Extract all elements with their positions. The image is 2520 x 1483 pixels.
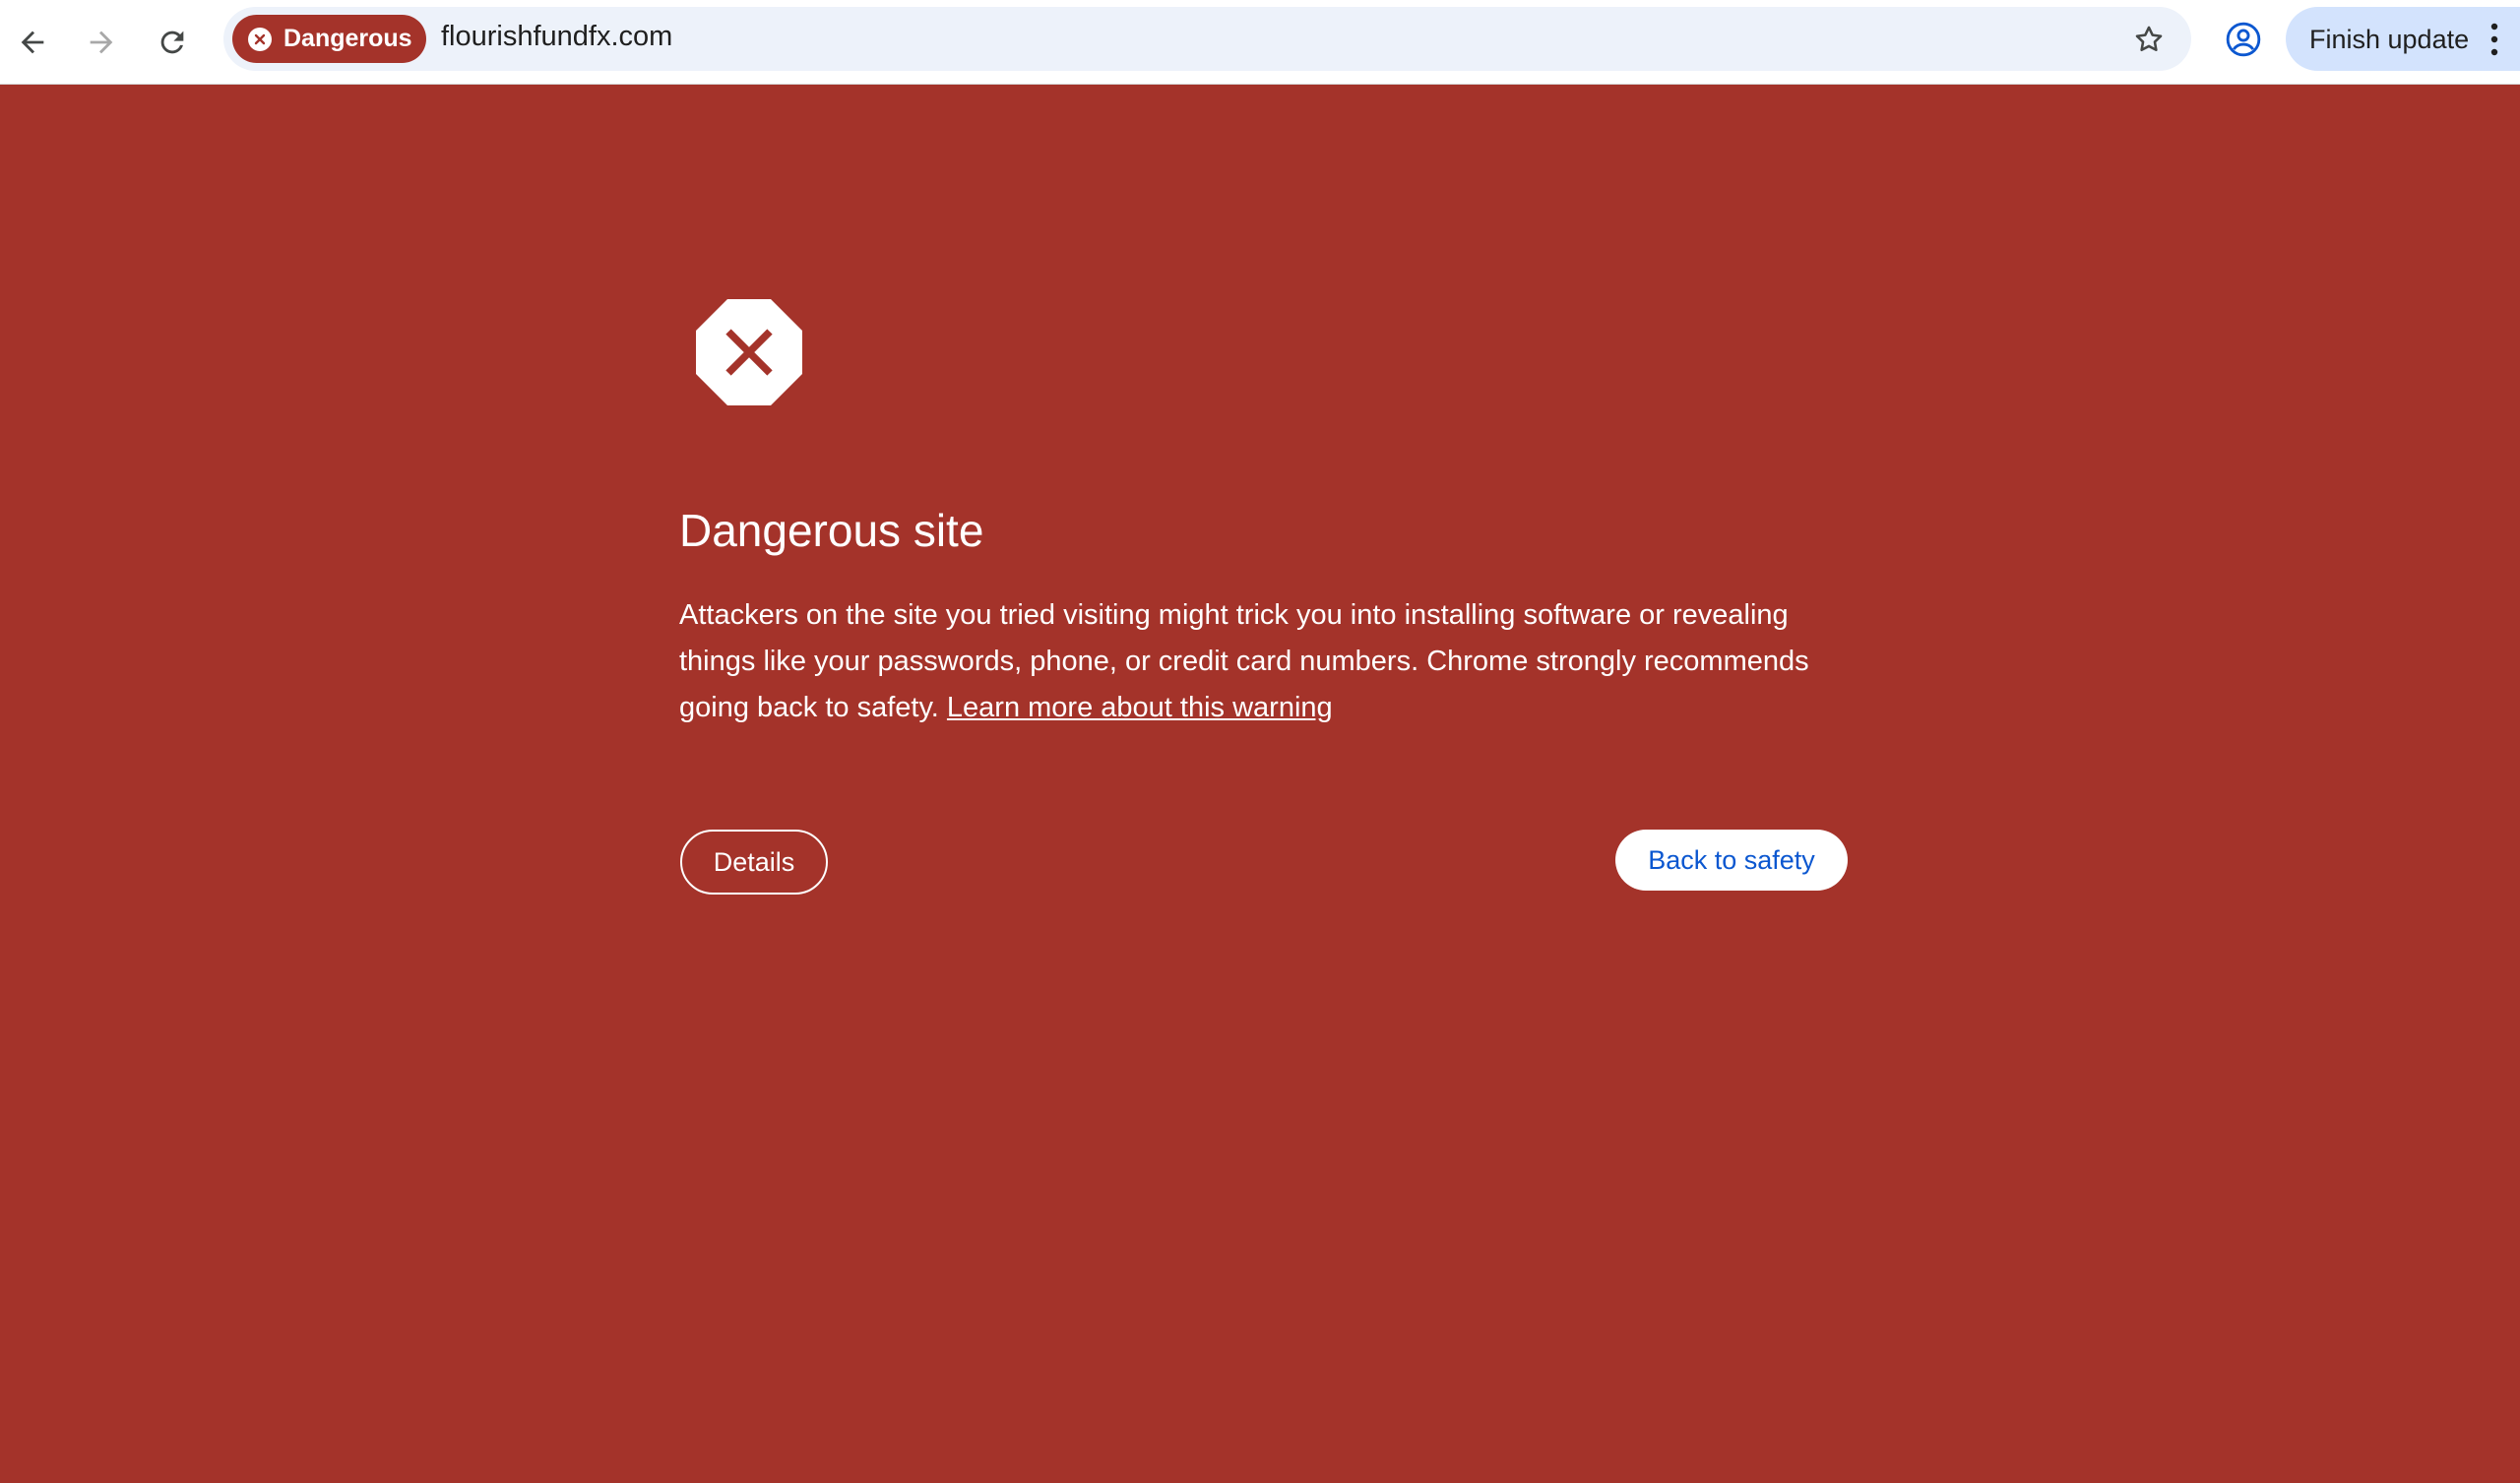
stop-x-icon <box>696 299 802 405</box>
account-circle-icon <box>2226 22 2261 57</box>
finish-update-button[interactable]: Finish update <box>2286 7 2520 71</box>
three-dots-vertical-icon[interactable] <box>2483 21 2506 58</box>
page-title: Dangerous site <box>679 505 984 556</box>
reload-icon <box>160 31 184 54</box>
warning-description: Attackers on the site you tried visiting… <box>679 592 1851 731</box>
finish-update-label: Finish update <box>2309 25 2470 54</box>
reload-button[interactable] <box>144 14 201 71</box>
bookmark-button[interactable] <box>2125 16 2173 63</box>
back-button[interactable] <box>4 14 61 71</box>
address-bar[interactable]: Dangerous flourishfundfx.com <box>223 7 2191 71</box>
back-to-safety-button[interactable]: Back to safety <box>1615 830 1848 891</box>
profile-button[interactable] <box>2218 14 2269 65</box>
error-x-icon <box>248 27 272 51</box>
url-text[interactable]: flourishfundfx.com <box>441 21 672 53</box>
security-chip-dangerous[interactable]: Dangerous <box>232 15 426 63</box>
details-button[interactable]: Details <box>680 830 828 895</box>
browser-toolbar: Dangerous flourishfundfx.com Finish upda… <box>0 0 2520 85</box>
forward-button[interactable] <box>73 14 130 71</box>
arrow-left-icon <box>21 31 44 54</box>
arrow-right-icon <box>90 31 113 54</box>
learn-more-link[interactable]: Learn more about this warning <box>947 692 1333 723</box>
security-chip-label: Dangerous <box>284 25 412 52</box>
star-icon <box>2135 26 2163 52</box>
